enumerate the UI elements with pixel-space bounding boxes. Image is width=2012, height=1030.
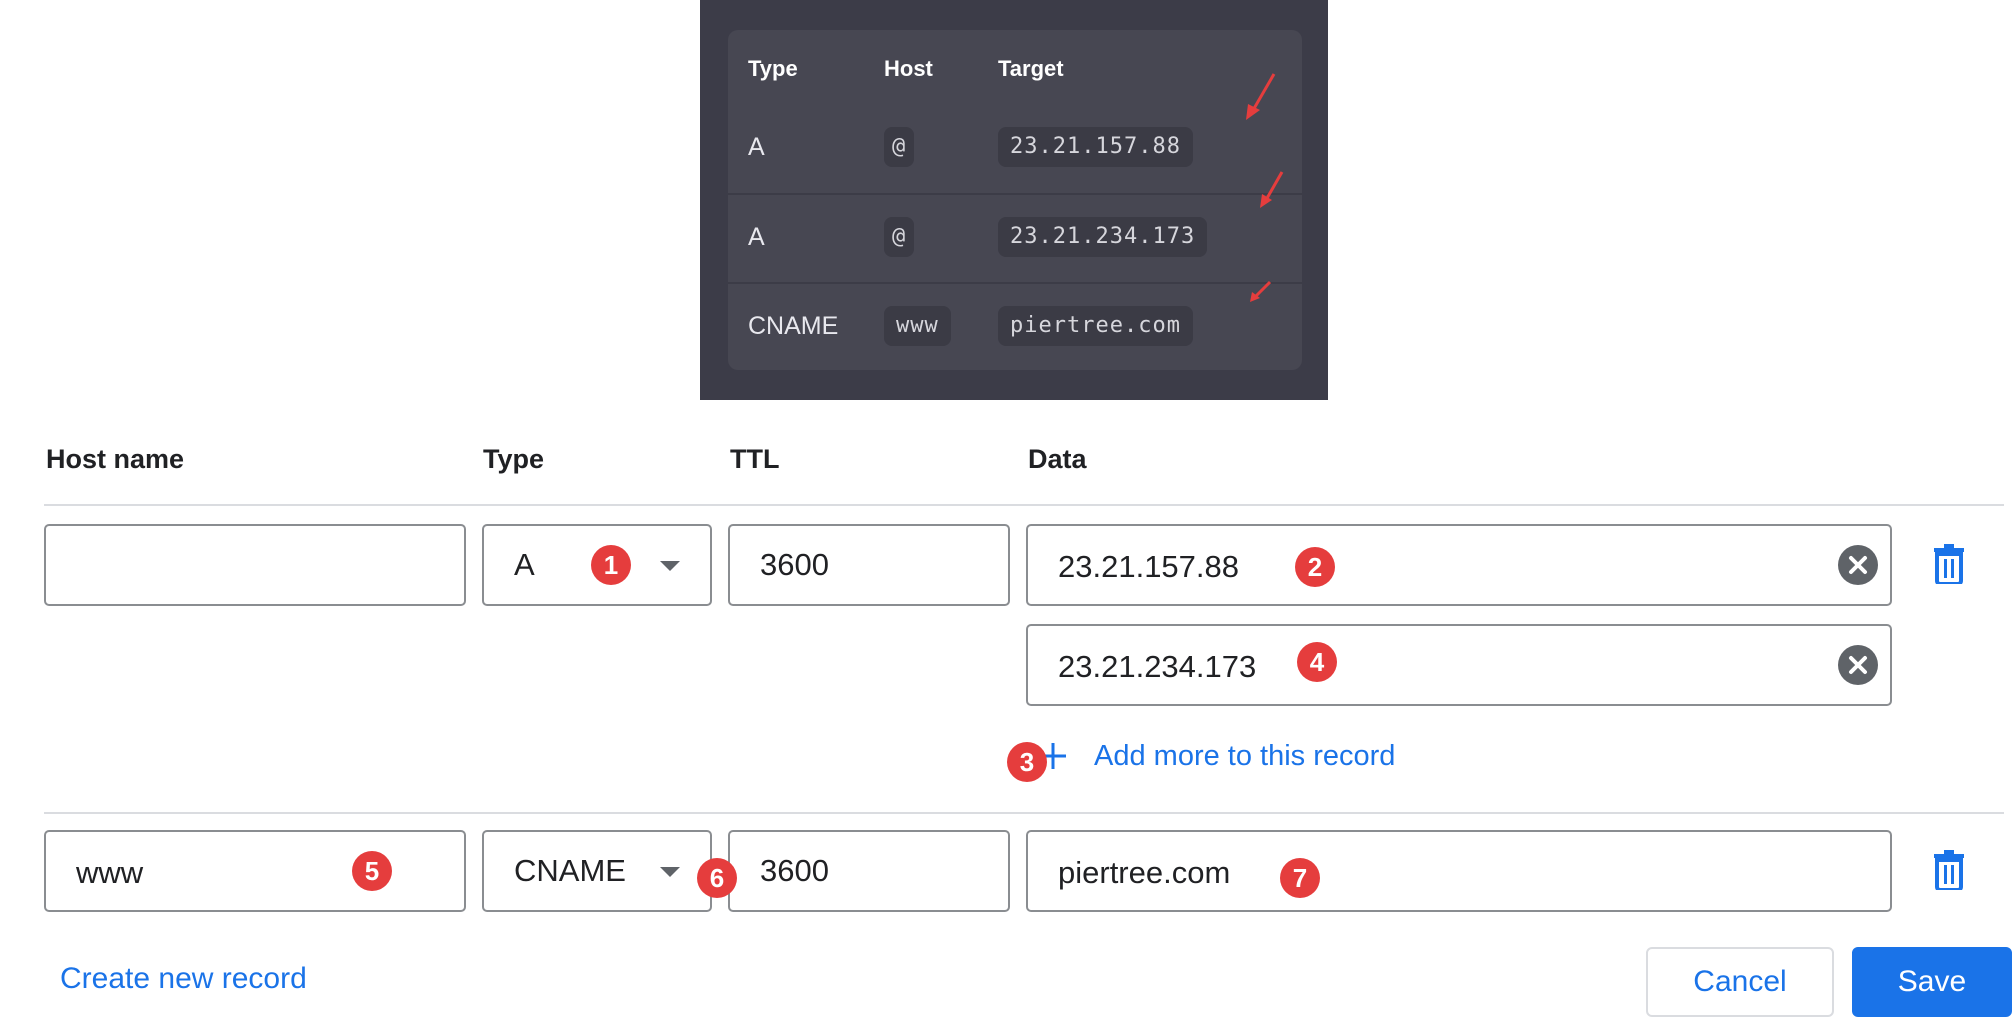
host-name-input[interactable]: www xyxy=(44,830,466,912)
reference-cell-target: piertree.com xyxy=(998,306,1193,346)
reference-cell-type: A xyxy=(748,133,765,161)
reference-table-row: CNAME www piertree.com xyxy=(728,282,1302,370)
reference-table-row: A @ 23.21.234.173 xyxy=(728,193,1302,281)
data-input[interactable]: piertree.com xyxy=(1026,830,1892,912)
reference-cell-type: A xyxy=(748,223,765,251)
data-input[interactable]: 23.21.157.88 xyxy=(1026,524,1892,606)
create-new-record-link[interactable]: Create new record xyxy=(60,962,307,996)
divider xyxy=(44,812,2004,814)
data-value: piertree.com xyxy=(1058,855,1231,890)
type-value: A xyxy=(514,547,535,582)
column-header-host-name: Host name xyxy=(46,444,185,474)
reference-cell-host: @ xyxy=(884,127,915,167)
annotation-badge: 5 xyxy=(352,851,392,891)
host-name-value: www xyxy=(76,855,144,890)
divider xyxy=(44,504,2004,506)
save-button[interactable]: Save xyxy=(1852,947,2012,1017)
reference-cell-target: 23.21.234.173 xyxy=(998,217,1208,257)
ttl-input[interactable]: 3600 xyxy=(728,524,1010,606)
red-arrow-icon xyxy=(1246,73,1276,120)
data-input[interactable]: 23.21.234.173 xyxy=(1026,624,1892,706)
red-arrow-icon xyxy=(1250,280,1272,302)
ttl-value: 3600 xyxy=(760,853,829,888)
column-header-type: Type xyxy=(483,444,545,474)
type-value: CNAME xyxy=(514,853,626,888)
reference-cell-target: 23.21.157.88 xyxy=(998,127,1193,167)
reference-dns-table: Type Host Target A @ 23.21.157.88 A @ 23… xyxy=(728,30,1302,370)
red-arrow-icon xyxy=(1260,171,1284,208)
column-header-data: Data xyxy=(1028,444,1087,474)
clear-icon[interactable] xyxy=(1838,545,1878,585)
annotation-badge: 6 xyxy=(697,858,737,898)
reference-cell-type: CNAME xyxy=(748,312,839,340)
reference-table-row: A @ 23.21.157.88 xyxy=(728,105,1302,193)
add-more-label: Add more to this record xyxy=(1094,739,1396,772)
annotation-badge: 7 xyxy=(1280,858,1320,898)
add-more-to-record-link[interactable]: Add more to this record xyxy=(1038,734,1395,778)
annotation-badge: 1 xyxy=(591,545,631,585)
column-header-ttl: TTL xyxy=(730,444,780,474)
data-value: 23.21.234.173 xyxy=(1058,649,1257,684)
annotation-badge: 2 xyxy=(1295,547,1335,587)
reference-header-host: Host xyxy=(884,56,933,81)
trash-icon[interactable] xyxy=(1932,850,1966,890)
reference-cell-host: www xyxy=(884,306,951,346)
annotation-badge: 3 xyxy=(1007,742,1047,782)
chevron-down-icon xyxy=(660,561,680,571)
cancel-button[interactable]: Cancel xyxy=(1646,947,1834,1017)
ttl-input[interactable]: 3600 xyxy=(728,830,1010,912)
annotation-badge: 4 xyxy=(1297,642,1337,682)
reference-table-header: Type Host Target xyxy=(728,30,1302,105)
data-value: 23.21.157.88 xyxy=(1058,549,1240,584)
chevron-down-icon xyxy=(660,867,680,877)
clear-icon[interactable] xyxy=(1838,645,1878,685)
reference-header-target: Target xyxy=(998,56,1064,81)
ttl-value: 3600 xyxy=(760,547,829,582)
reference-header-type: Type xyxy=(748,56,798,81)
trash-icon[interactable] xyxy=(1932,544,1966,584)
reference-dns-panel: Type Host Target A @ 23.21.157.88 A @ 23… xyxy=(700,0,1328,400)
type-select[interactable]: CNAME xyxy=(482,830,712,912)
reference-cell-host: @ xyxy=(884,217,915,257)
host-name-input[interactable] xyxy=(44,524,466,606)
